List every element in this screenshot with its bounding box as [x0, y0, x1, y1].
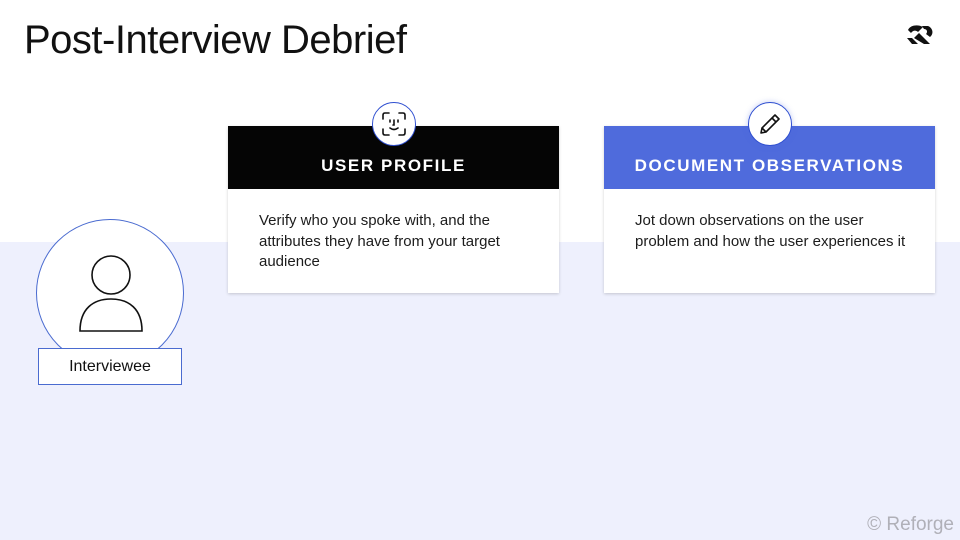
pencil-icon	[759, 114, 780, 134]
face-scan-icon	[381, 112, 406, 136]
document-observations-card: DOCUMENT OBSERVATIONS Jot down observati…	[604, 102, 935, 293]
user-profile-body: Verify who you spoke with, and the attri…	[259, 212, 500, 270]
user-profile-card: USER PROFILE Verify who you spoke with, …	[228, 102, 559, 293]
copyright-footer: © Reforge	[867, 514, 954, 535]
person-icon	[79, 255, 143, 332]
reforge-logo-icon	[907, 25, 933, 44]
interviewee-label: Interviewee	[38, 348, 182, 385]
face-scan-badge	[371, 102, 416, 146]
pencil-badge	[747, 102, 792, 146]
document-observations-body: Jot down observations on the user proble…	[635, 212, 906, 250]
page-title: Post-Interview Debrief	[24, 18, 407, 62]
